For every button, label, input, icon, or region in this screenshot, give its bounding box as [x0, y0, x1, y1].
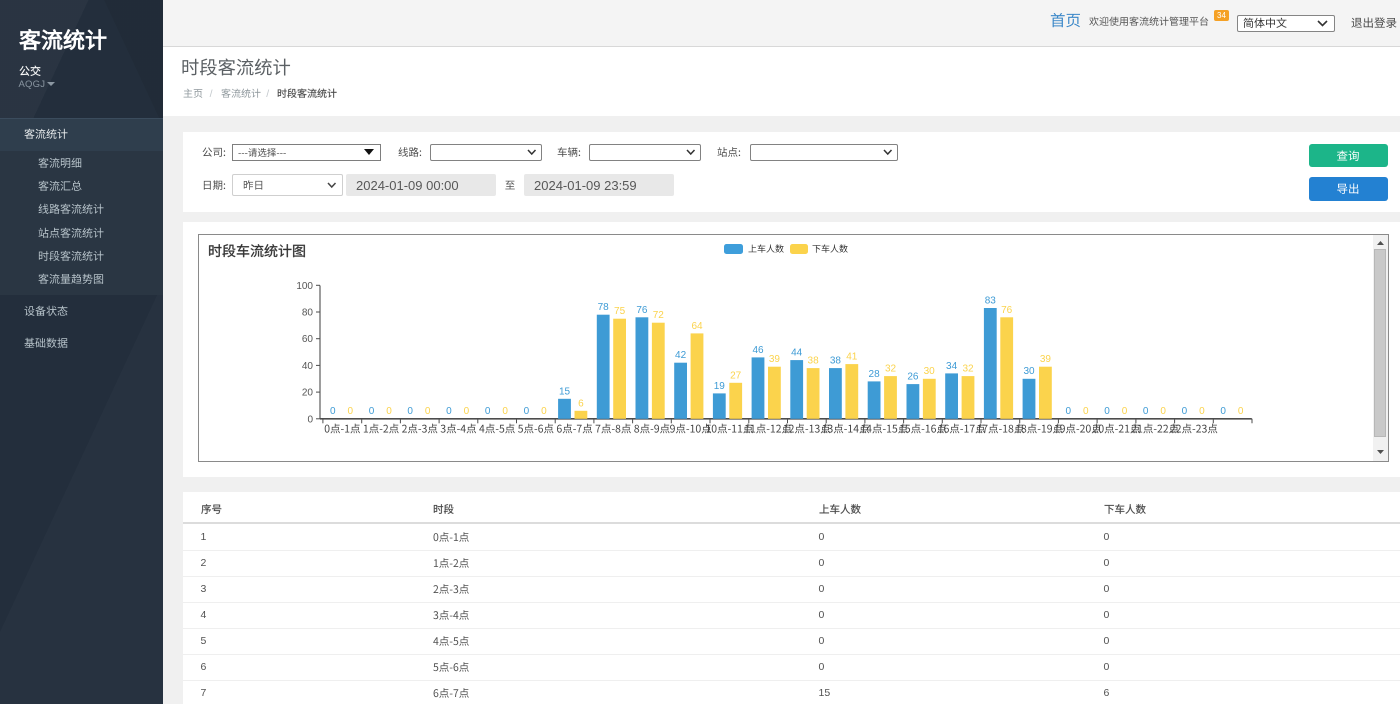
svg-text:32: 32: [884, 363, 896, 374]
svg-text:76: 76: [1001, 304, 1013, 315]
svg-text:0: 0: [307, 414, 313, 425]
svg-text:34: 34: [946, 360, 958, 371]
svg-text:0: 0: [1199, 405, 1205, 416]
svg-text:100: 100: [296, 280, 313, 291]
svg-text:0: 0: [502, 405, 508, 416]
svg-text:64: 64: [691, 320, 703, 331]
svg-text:0: 0: [1181, 405, 1187, 416]
svg-text:0: 0: [1104, 405, 1110, 416]
svg-text:26: 26: [907, 371, 919, 382]
svg-text:44: 44: [791, 347, 803, 358]
svg-text:27: 27: [730, 370, 742, 381]
svg-text:0: 0: [446, 405, 452, 416]
svg-text:0: 0: [407, 405, 413, 416]
svg-text:0: 0: [484, 405, 490, 416]
svg-text:0: 0: [330, 405, 336, 416]
svg-text:0: 0: [523, 405, 529, 416]
svg-text:0: 0: [541, 405, 547, 416]
svg-text:38: 38: [807, 355, 819, 366]
svg-text:40: 40: [301, 360, 313, 371]
svg-text:30: 30: [923, 366, 935, 377]
svg-text:0: 0: [368, 405, 374, 416]
svg-text:0: 0: [1220, 405, 1226, 416]
svg-text:0: 0: [347, 405, 353, 416]
svg-text:39: 39: [1039, 354, 1051, 365]
svg-text:0: 0: [1065, 405, 1071, 416]
svg-text:42: 42: [675, 350, 687, 361]
svg-text:15: 15: [558, 386, 570, 397]
svg-text:60: 60: [301, 334, 313, 345]
svg-text:41: 41: [846, 351, 858, 362]
svg-text:0: 0: [1083, 405, 1089, 416]
svg-text:32: 32: [962, 363, 974, 374]
svg-text:76: 76: [636, 304, 648, 315]
svg-text:0: 0: [1237, 405, 1243, 416]
svg-text:20: 20: [301, 387, 313, 398]
svg-text:19: 19: [713, 380, 725, 391]
svg-text:75: 75: [614, 306, 626, 317]
svg-text:72: 72: [652, 310, 664, 321]
svg-text:80: 80: [301, 307, 313, 318]
svg-text:39: 39: [768, 354, 780, 365]
svg-text:28: 28: [868, 368, 880, 379]
svg-text:0: 0: [463, 405, 469, 416]
svg-text:0: 0: [1121, 405, 1127, 416]
svg-text:0: 0: [1142, 405, 1148, 416]
svg-text:0: 0: [386, 405, 392, 416]
svg-text:38: 38: [829, 355, 841, 366]
svg-text:0: 0: [1160, 405, 1166, 416]
svg-text:46: 46: [752, 344, 764, 355]
svg-text:30: 30: [1023, 366, 1035, 377]
svg-text:78: 78: [597, 302, 609, 313]
svg-text:6: 6: [578, 398, 584, 409]
svg-text:0: 0: [424, 405, 430, 416]
svg-text:83: 83: [984, 295, 996, 306]
